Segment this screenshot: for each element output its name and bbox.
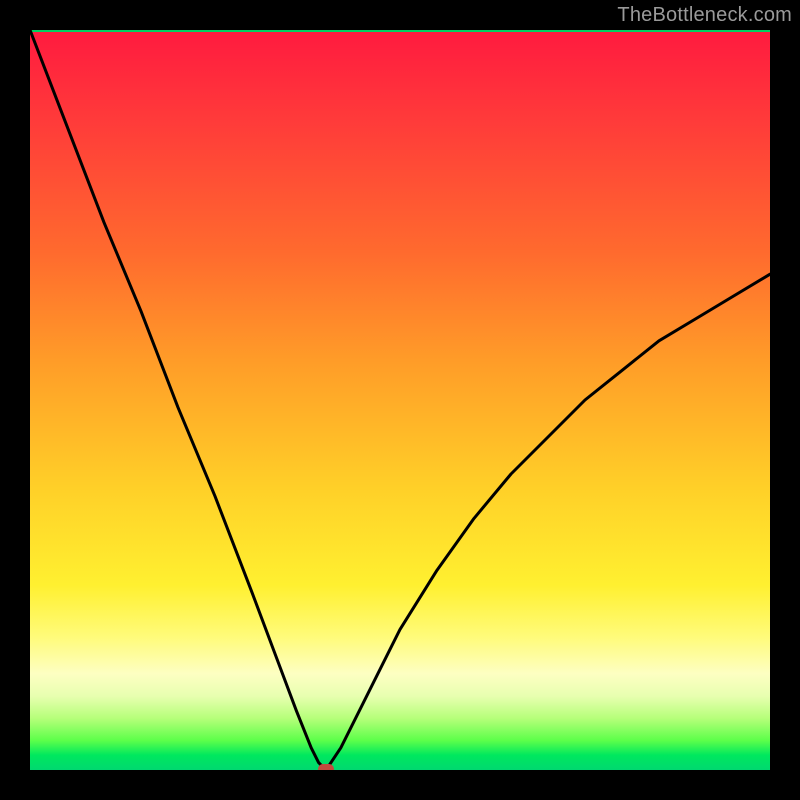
plot-area <box>30 30 770 770</box>
watermark-text: TheBottleneck.com <box>617 4 792 27</box>
optimum-marker-icon <box>318 764 334 770</box>
bottleneck-curve <box>30 30 770 770</box>
chart-frame: TheBottleneck.com <box>0 0 800 800</box>
